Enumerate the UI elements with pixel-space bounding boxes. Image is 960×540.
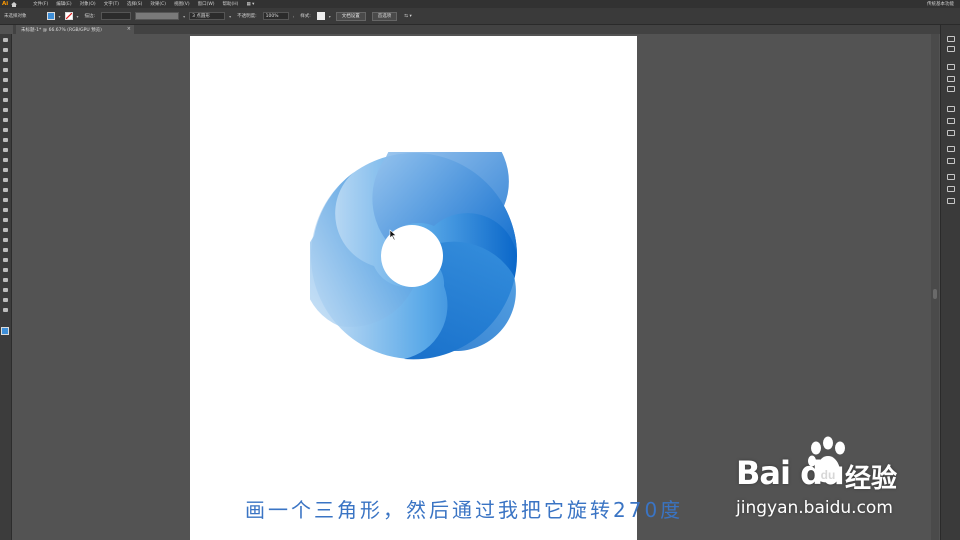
curvature-icon[interactable] xyxy=(2,87,9,93)
preferences-button[interactable]: 首选项 xyxy=(371,11,398,21)
workspace-label[interactable]: 传统基本功能 xyxy=(927,1,960,7)
svg-text:du: du xyxy=(821,468,836,482)
eyedropper-icon[interactable] xyxy=(2,237,9,243)
brushes-icon[interactable] xyxy=(946,75,955,82)
chevron-down-icon[interactable]: ▾ xyxy=(59,14,61,19)
hand-tool-icon[interactable] xyxy=(2,297,9,303)
document-tab-title: 未标题-1* @ 66.67% (RGB/GPU 预览) xyxy=(21,27,102,33)
color-panel-icon[interactable] xyxy=(946,35,955,42)
artboard-tool-icon[interactable] xyxy=(2,277,9,283)
menu-bar: Ai 文件(F) 编辑(E) 对象(O) 文字(T) 选择(S) 效果(C) 视… xyxy=(0,0,960,8)
graphic-style-swatch[interactable] xyxy=(316,12,325,20)
color-guide-icon[interactable] xyxy=(946,45,955,52)
cursor-arrow-icon xyxy=(389,229,397,241)
workspace-switcher-icon[interactable]: ▦ ▾ xyxy=(242,2,258,7)
chevron-down-icon[interactable]: ▾ xyxy=(77,14,79,19)
brush-value: 3 点圆形 xyxy=(192,14,210,19)
chevron-right-icon[interactable]: › xyxy=(293,14,295,19)
ellipse-tool-icon[interactable] xyxy=(2,117,9,123)
style-label: 样式: xyxy=(300,14,311,19)
selection-tool-icon[interactable] xyxy=(2,37,9,43)
chevron-down-icon[interactable]: ▾ xyxy=(229,14,231,19)
symbol-sprayer-icon[interactable] xyxy=(2,257,9,263)
variable-width-dropdown[interactable] xyxy=(135,12,180,20)
swatches-icon[interactable] xyxy=(946,63,955,70)
pencil-icon[interactable] xyxy=(2,137,9,143)
column-graph-icon[interactable] xyxy=(2,267,9,273)
paw-logo-icon: du xyxy=(808,436,845,483)
stroke-panel-icon[interactable] xyxy=(946,105,955,112)
arrange-documents-icon[interactable]: ⇆ ▾ xyxy=(400,14,415,19)
chevron-down-icon[interactable]: ▾ xyxy=(183,14,185,19)
watermark-jingyan: 经验 xyxy=(845,464,898,494)
direct-selection-tool-icon[interactable] xyxy=(2,47,9,53)
illustrator-window: Ai 文件(F) 编辑(E) 对象(O) 文字(T) 选择(S) 效果(C) 视… xyxy=(0,0,960,540)
type-tool-icon[interactable] xyxy=(2,97,9,103)
menu-effect[interactable]: 效果(C) xyxy=(146,1,170,7)
close-icon[interactable]: × xyxy=(127,26,131,32)
artboards-panel-icon[interactable] xyxy=(946,197,955,204)
opacity-label: 不透明度: xyxy=(237,14,257,19)
rotate-tool-icon[interactable] xyxy=(2,157,9,163)
menu-help[interactable]: 帮助(H) xyxy=(219,1,243,7)
menu-object[interactable]: 对象(O) xyxy=(76,1,100,7)
menu-window[interactable]: 窗口(W) xyxy=(194,1,219,7)
document-setup-button[interactable]: 文档设置 xyxy=(335,11,366,21)
stroke-swatch[interactable] xyxy=(64,12,73,20)
width-tool-icon[interactable] xyxy=(2,177,9,183)
asset-export-icon[interactable] xyxy=(946,185,955,192)
layers-icon[interactable] xyxy=(946,173,955,180)
gradient-icon[interactable] xyxy=(2,227,9,233)
perspective-icon[interactable] xyxy=(2,207,9,213)
paintbrush-icon[interactable] xyxy=(2,127,9,133)
zoom-tool-icon[interactable] xyxy=(2,307,9,313)
swirl-logo-artwork[interactable] xyxy=(310,152,518,360)
scrollbar-thumb[interactable] xyxy=(933,289,937,299)
no-stroke-icon xyxy=(65,13,72,19)
stroke-weight-input[interactable] xyxy=(101,12,132,20)
fill-stroke-swatch-icon[interactable] xyxy=(1,327,9,335)
vertical-scrollbar[interactable] xyxy=(931,34,939,540)
stroke-label: 描边: xyxy=(84,14,96,19)
gradient-panel-icon[interactable] xyxy=(946,117,955,124)
lasso-icon[interactable] xyxy=(2,67,9,73)
right-panel-dock xyxy=(940,25,960,540)
blend-icon[interactable] xyxy=(2,247,9,253)
menu-type[interactable]: 文字(T) xyxy=(100,1,123,7)
appearance-icon[interactable] xyxy=(946,145,955,152)
free-transform-icon[interactable] xyxy=(2,187,9,193)
eraser-icon[interactable] xyxy=(2,147,9,153)
document-tab[interactable]: 未标题-1* @ 66.67% (RGB/GPU 预览) × xyxy=(16,25,134,34)
shape-builder-icon[interactable] xyxy=(2,197,9,203)
graphic-styles-icon[interactable] xyxy=(946,157,955,164)
fill-swatch[interactable] xyxy=(46,12,55,20)
line-tool-icon[interactable] xyxy=(2,107,9,113)
menu-edit[interactable]: 编辑(E) xyxy=(52,1,75,7)
menu-select[interactable]: 选择(S) xyxy=(123,1,146,7)
home-icon[interactable] xyxy=(11,1,18,7)
app-logo: Ai xyxy=(2,1,9,7)
menu-view[interactable]: 视图(V) xyxy=(170,1,194,7)
opacity-input[interactable]: 100% xyxy=(262,12,289,20)
scale-tool-icon[interactable] xyxy=(2,167,9,173)
brush-dropdown[interactable]: 3 点圆形 xyxy=(189,12,226,20)
symbols-icon[interactable] xyxy=(946,85,955,92)
opacity-value: 100% xyxy=(265,13,279,19)
watermark-url: jingyan.baidu.com xyxy=(736,498,893,518)
mesh-icon[interactable] xyxy=(2,217,9,223)
tools-panel xyxy=(0,34,12,540)
control-bar: 未选择对象 ▾ ▾ 描边: ▾ 3 点圆形 ▾ 不透明度: 100% › 样式:… xyxy=(0,8,960,25)
baidu-jingyan-watermark: Bai du du 经验 jingyan.baidu.com xyxy=(732,436,922,526)
magic-wand-icon[interactable] xyxy=(2,57,9,63)
menu-file[interactable]: 文件(F) xyxy=(29,1,52,7)
document-tab-bar: 未标题-1* @ 66.67% (RGB/GPU 预览) × xyxy=(13,25,953,34)
selection-status: 未选择对象 xyxy=(4,14,27,19)
transparency-icon[interactable] xyxy=(946,129,955,136)
chevron-down-icon[interactable]: ▾ xyxy=(329,14,331,19)
pen-tool-icon[interactable] xyxy=(2,77,9,83)
tutorial-caption: 画一个三角形，然后通过我把它旋转270度 xyxy=(245,498,684,522)
slice-icon[interactable] xyxy=(2,287,9,293)
